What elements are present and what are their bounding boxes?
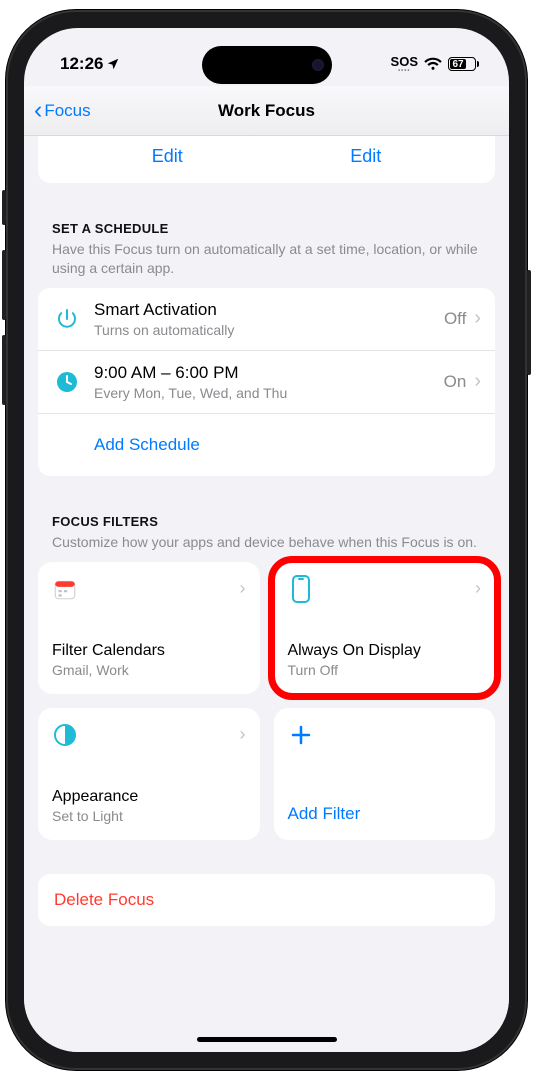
schedule-row-smart-activation[interactable]: Smart Activation Turns on automatically … [38, 288, 495, 351]
schedule-list: Smart Activation Turns on automatically … [38, 288, 495, 476]
schedule-row-title: Smart Activation [94, 300, 444, 320]
back-label: Focus [44, 101, 90, 121]
filter-sub: Gmail, Work [52, 662, 246, 678]
filter-card-calendars[interactable]: › Filter Calendars Gmail, Work [38, 562, 260, 694]
status-time: 12:26 [60, 54, 103, 74]
schedule-row-title: 9:00 AM – 6:00 PM [94, 363, 444, 383]
filter-title: Always On Display [288, 642, 482, 660]
battery-indicator: 67 [448, 57, 479, 71]
power-icon [52, 304, 82, 334]
mute-switch [2, 190, 6, 225]
home-indicator[interactable] [197, 1037, 337, 1042]
chevron-right-icon: › [240, 578, 246, 599]
schedule-row-trail: Off [444, 309, 466, 329]
chevron-right-icon: › [240, 724, 246, 745]
page-title: Work Focus [218, 101, 315, 121]
delete-focus-label: Delete Focus [54, 890, 154, 909]
location-icon [106, 57, 120, 71]
plus-icon [288, 722, 314, 748]
dynamic-island [202, 46, 332, 84]
filter-card-add[interactable]: Add Filter [274, 708, 496, 840]
calendar-icon [52, 576, 78, 602]
chevron-right-icon: › [474, 370, 481, 393]
wifi-icon [424, 57, 442, 71]
top-edit-row: Edit Edit [38, 136, 495, 183]
filter-title: Appearance [52, 788, 246, 806]
filter-card-always-on-display[interactable]: › Always On Display Turn Off [274, 562, 496, 694]
edit-left-button[interactable]: Edit [152, 146, 183, 167]
device-frame: 12:26 SOS •••• 67 [6, 10, 527, 1070]
phone-icon [288, 576, 314, 602]
add-schedule-label: Add Schedule [94, 435, 200, 455]
content-scroll[interactable]: Edit Edit SET A SCHEDULE Have this Focus… [24, 136, 509, 1052]
chevron-right-icon: › [475, 578, 481, 599]
schedule-row-time[interactable]: 9:00 AM – 6:00 PM Every Mon, Tue, Wed, a… [38, 351, 495, 414]
add-filter-label: Add Filter [288, 804, 482, 824]
filters-subtext: Customize how your apps and device behav… [38, 533, 495, 562]
schedule-row-sub: Turns on automatically [94, 322, 444, 338]
volume-up [2, 250, 6, 320]
delete-focus-button[interactable]: Delete Focus [38, 874, 495, 926]
back-button[interactable]: ‹ Focus [34, 98, 91, 123]
add-schedule-button[interactable]: Add Schedule [38, 414, 495, 476]
nav-bar: ‹ Focus Work Focus [24, 86, 509, 136]
sos-indicator: SOS •••• [391, 55, 418, 74]
schedule-subtext: Have this Focus turn on automatically at… [38, 240, 495, 288]
camera-dot [312, 59, 324, 71]
filter-sub: Set to Light [52, 808, 246, 824]
filter-card-appearance[interactable]: › Appearance Set to Light [38, 708, 260, 840]
screen: 12:26 SOS •••• 67 [24, 28, 509, 1052]
schedule-row-sub: Every Mon, Tue, Wed, and Thu [94, 385, 444, 401]
battery-level: 67 [450, 59, 466, 69]
clock-icon [52, 367, 82, 397]
edit-right-button[interactable]: Edit [350, 146, 381, 167]
filters-grid: › Filter Calendars Gmail, Work › [38, 562, 495, 840]
power-button [527, 270, 531, 375]
volume-down [2, 335, 6, 405]
schedule-row-trail: On [444, 372, 467, 392]
filter-sub: Turn Off [288, 662, 482, 678]
schedule-header: SET A SCHEDULE [38, 221, 495, 240]
filters-header: FOCUS FILTERS [38, 514, 495, 533]
appearance-icon [52, 722, 78, 748]
chevron-left-icon: ‹ [34, 98, 42, 123]
chevron-right-icon: › [474, 307, 481, 330]
filter-title: Filter Calendars [52, 642, 246, 660]
